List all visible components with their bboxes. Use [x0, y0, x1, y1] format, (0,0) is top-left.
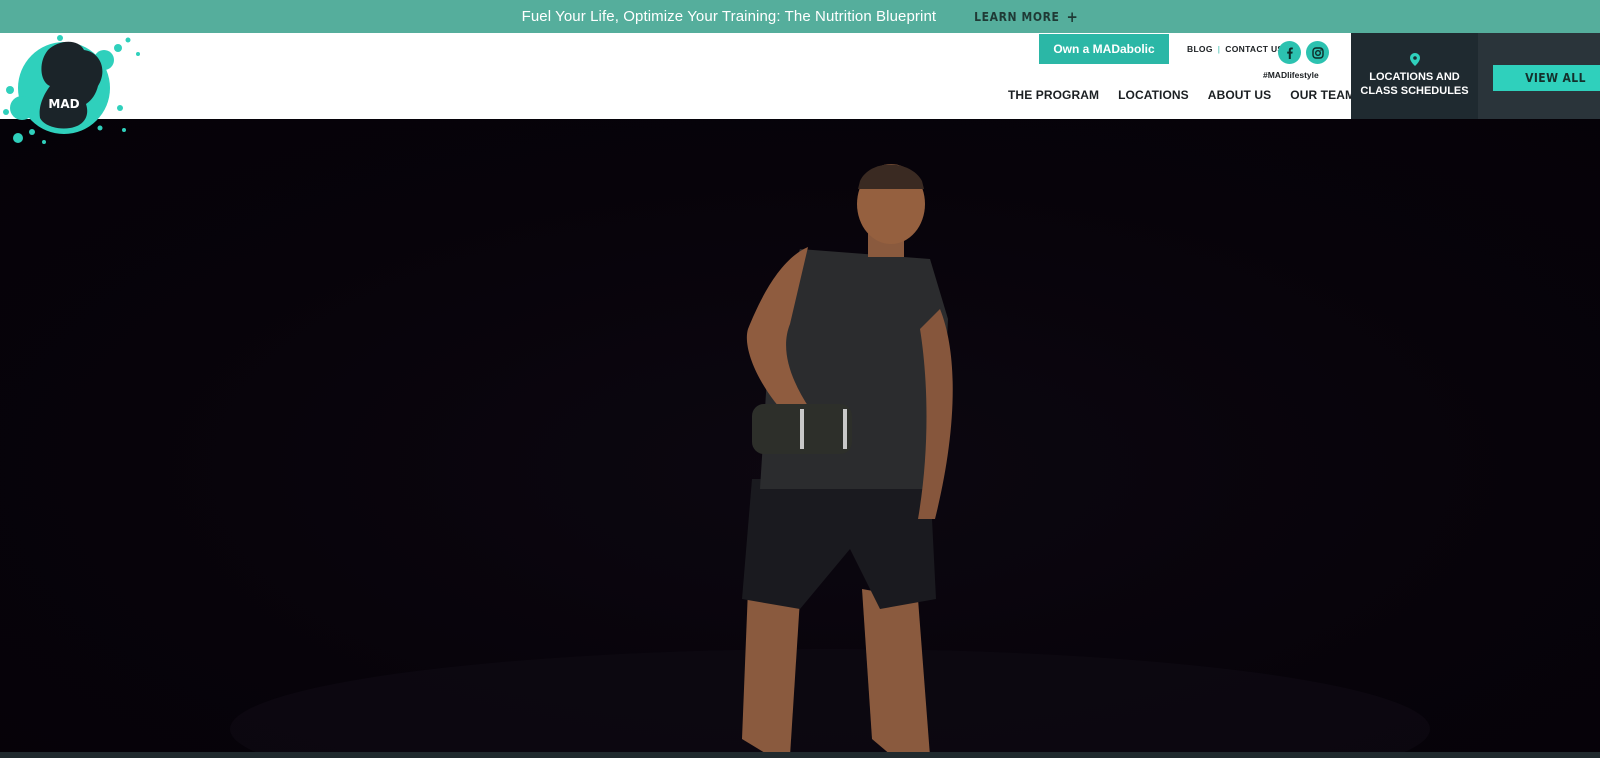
nav-item-about-us[interactable]: ABOUT US [1208, 88, 1271, 102]
view-all-button[interactable]: VIEW ALL [1493, 65, 1600, 91]
athlete-figure [230, 164, 1430, 756]
plus-icon: + [1066, 7, 1079, 26]
main-nav: THE PROGRAM LOCATIONS ABOUT US OUR TEAM [1008, 88, 1374, 102]
locations-panel[interactable]: LOCATIONS AND CLASS SCHEDULES [1351, 33, 1478, 119]
nav-item-our-team[interactable]: OUR TEAM [1290, 88, 1355, 102]
nav-item-the-program[interactable]: THE PROGRAM [1008, 88, 1099, 102]
map-pin-icon [1409, 53, 1420, 66]
mad-logo[interactable]: MAD [0, 30, 145, 150]
learn-more-link[interactable]: LEARN MORE + [974, 8, 1078, 26]
nav-item-locations[interactable]: LOCATIONS [1118, 88, 1189, 102]
logo-text: MAD [48, 97, 79, 111]
blog-link[interactable]: BLOG [1187, 44, 1213, 54]
instagram-icon[interactable] [1306, 41, 1329, 64]
contact-us-link[interactable]: CONTACT US [1225, 44, 1283, 54]
hashtag-label: #MADlifestyle [1263, 70, 1319, 80]
hero-bottom-strip [0, 752, 1600, 758]
own-a-madabolic-button[interactable]: Own a MADabolic [1039, 34, 1169, 64]
announcement-message: Fuel Your Life, Optimize Your Training: … [521, 8, 937, 25]
locations-label: LOCATIONS AND CLASS SCHEDULES [1351, 70, 1478, 98]
locations-label-line1: LOCATIONS AND [1369, 71, 1460, 83]
hero-video [0, 119, 1600, 756]
learn-more-label: LEARN MORE [974, 9, 1060, 24]
locations-label-line2: CLASS SCHEDULES [1360, 85, 1469, 97]
separator: | [1217, 44, 1221, 54]
announcement-bar: Fuel Your Life, Optimize Your Training: … [0, 0, 1600, 33]
facebook-icon[interactable] [1278, 41, 1301, 64]
